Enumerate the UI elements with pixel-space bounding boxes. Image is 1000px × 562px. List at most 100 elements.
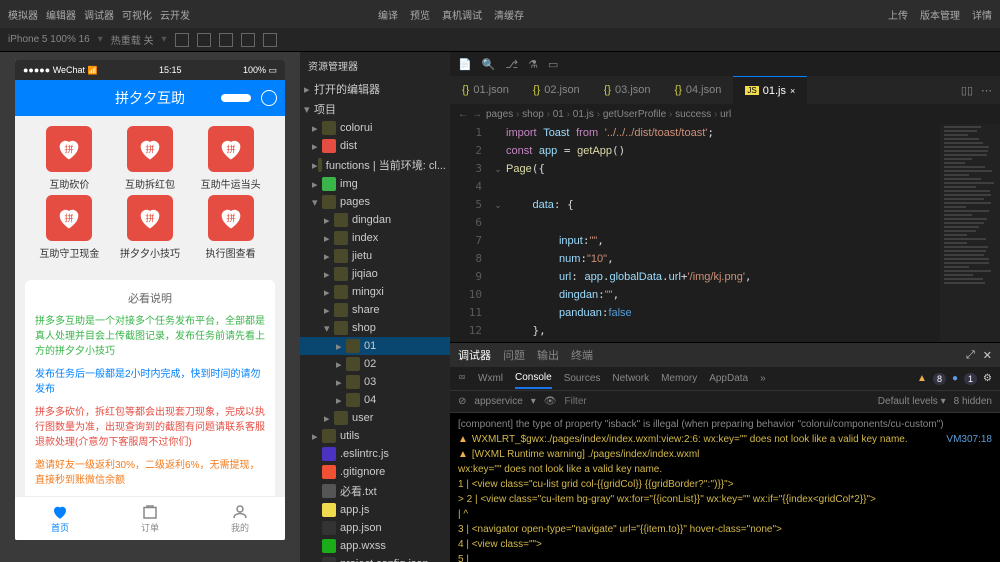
toolbar-btn[interactable]: 云开发: [160, 7, 190, 22]
tree-item[interactable]: ▾shop: [300, 319, 450, 337]
tabbar-item[interactable]: 首页: [15, 497, 105, 540]
clear-icon[interactable]: ⊘: [458, 396, 466, 407]
reload-label[interactable]: 热重载 关: [111, 32, 154, 47]
tab-problems[interactable]: 问题: [503, 347, 525, 363]
tree-item[interactable]: .gitignore: [300, 463, 450, 481]
device-label[interactable]: iPhone 5 100% 16: [8, 34, 90, 45]
editor-tab[interactable]: {}03.json: [592, 76, 663, 104]
tree-item[interactable]: app.js: [300, 501, 450, 519]
tab-console[interactable]: Console: [515, 368, 552, 389]
branch-icon[interactable]: ⎇: [505, 58, 518, 71]
toolbar-btn[interactable]: 清缓存: [494, 7, 524, 22]
tree-item[interactable]: ▸index: [300, 229, 450, 247]
tree-item[interactable]: ▸colorui: [300, 119, 450, 137]
grid-item[interactable]: 拼互助守卫现金: [31, 195, 108, 260]
tree-item[interactable]: ▸dist: [300, 137, 450, 155]
section-open-editors[interactable]: ▸打开的编辑器: [300, 79, 450, 99]
file-icon[interactable]: 📄: [458, 58, 472, 71]
rotate-icon[interactable]: [175, 33, 189, 47]
toolbar-btn[interactable]: 真机调试: [442, 7, 482, 22]
back-icon[interactable]: [219, 33, 233, 47]
filter-input[interactable]: [564, 396, 664, 407]
close-icon[interactable]: ✕: [983, 349, 992, 362]
levels-select[interactable]: Default levels ▾: [878, 396, 946, 407]
tabbar-item[interactable]: 订单: [105, 497, 195, 540]
tree-item[interactable]: ▸jiqiao: [300, 265, 450, 283]
tab-network[interactable]: Network: [612, 369, 649, 388]
close-icon[interactable]: [261, 90, 277, 106]
beaker-icon[interactable]: ⚗: [528, 58, 538, 71]
breadcrumb-item[interactable]: pages: [486, 109, 513, 120]
app-body[interactable]: 拼互助砍价拼互助拆红包拼互助牛运当头拼互助守卫现金拼拼夕夕小技巧拼执行图查看 必…: [15, 116, 285, 496]
breadcrumb-item[interactable]: shop: [522, 109, 544, 120]
box-icon[interactable]: ▭: [548, 58, 558, 71]
grid-item[interactable]: 拼互助拆红包: [112, 126, 189, 191]
tree-item[interactable]: ▸03: [300, 373, 450, 391]
tree-item[interactable]: ▾pages: [300, 193, 450, 211]
toolbar-btn[interactable]: 详情: [972, 7, 992, 22]
breadcrumb-item[interactable]: 01: [553, 109, 564, 120]
toolbar-btn[interactable]: 调试器: [84, 7, 114, 22]
tree-item[interactable]: ▸04: [300, 391, 450, 409]
editor-tab[interactable]: JS01.js ×: [733, 76, 807, 104]
tab-debugger[interactable]: 调试器: [458, 347, 491, 363]
tab-appdata[interactable]: AppData: [709, 369, 748, 388]
search-icon[interactable]: 🔍: [482, 58, 496, 71]
tab-wxml[interactable]: Wxml: [478, 369, 503, 388]
toolbar-btn[interactable]: 上传: [888, 7, 908, 22]
context-select[interactable]: appservice: [474, 396, 522, 407]
home-icon[interactable]: [241, 33, 255, 47]
cut-icon[interactable]: [263, 33, 277, 47]
tree-item[interactable]: ▸functions | 当前环境: cl...: [300, 155, 450, 175]
tree-item[interactable]: ▸dingdan: [300, 211, 450, 229]
grid-item[interactable]: 拼互助牛运当头: [192, 126, 269, 191]
tree-item[interactable]: ▸01: [300, 337, 450, 355]
toolbar-btn[interactable]: 可视化: [122, 7, 152, 22]
grid-item[interactable]: 拼拼夕夕小技巧: [112, 195, 189, 260]
tree-item[interactable]: 必看.txt: [300, 481, 450, 501]
tree-item[interactable]: ▸user: [300, 409, 450, 427]
tree-item[interactable]: app.wxss: [300, 537, 450, 555]
minimap[interactable]: [940, 124, 1000, 342]
source-link[interactable]: VM307:18: [946, 432, 992, 447]
tabbar-item[interactable]: 我的: [195, 497, 285, 540]
gear-icon[interactable]: ⚙: [983, 373, 992, 384]
tree-item[interactable]: ▸img: [300, 175, 450, 193]
console-output[interactable]: [component] the type of property "isback…: [450, 413, 1000, 562]
expand-icon[interactable]: ⤢: [966, 349, 975, 362]
toolbar-btn[interactable]: 模拟器: [8, 7, 38, 22]
tree-item[interactable]: project.config.json: [300, 555, 450, 562]
tab-output[interactable]: 输出: [537, 347, 559, 363]
editor-tab[interactable]: {}01.json: [450, 76, 521, 104]
tree-item[interactable]: ▸02: [300, 355, 450, 373]
tree-item[interactable]: app.json: [300, 519, 450, 537]
breadcrumb-item[interactable]: getUserProfile: [603, 109, 666, 120]
toolbar-btn[interactable]: 预览: [410, 7, 430, 22]
tab-memory[interactable]: Memory: [661, 369, 697, 388]
nav-back-icon[interactable]: ←: [458, 109, 468, 120]
breadcrumb-item[interactable]: 01.js: [573, 109, 594, 120]
breadcrumb-item[interactable]: url: [720, 109, 731, 120]
toolbar-btn[interactable]: 编辑器: [46, 7, 76, 22]
inspect-icon[interactable]: ⮹: [458, 373, 466, 384]
tree-item[interactable]: ▸utils: [300, 427, 450, 445]
editor-tab[interactable]: {}04.json: [663, 76, 734, 104]
eye-icon[interactable]: 👁: [544, 396, 557, 407]
tab-terminal[interactable]: 终端: [571, 347, 593, 363]
tree-item[interactable]: ▸share: [300, 301, 450, 319]
split-icon[interactable]: ▯▯: [961, 84, 973, 97]
grid-item[interactable]: 拼执行图查看: [192, 195, 269, 260]
more-icon[interactable]: ⋯: [981, 84, 992, 97]
tree-item[interactable]: .eslintrc.js: [300, 445, 450, 463]
section-project[interactable]: ▾项目: [300, 99, 450, 119]
tree-item[interactable]: ▸jietu: [300, 247, 450, 265]
toolbar-btn[interactable]: 版本管理: [920, 7, 960, 22]
tree-item[interactable]: ▸mingxi: [300, 283, 450, 301]
nav-fwd-icon[interactable]: →: [472, 109, 482, 120]
capsule-button[interactable]: [221, 90, 277, 106]
screenshot-icon[interactable]: [197, 33, 211, 47]
tab-sources[interactable]: Sources: [564, 369, 601, 388]
grid-item[interactable]: 拼互助砍价: [31, 126, 108, 191]
breadcrumb-item[interactable]: success: [675, 109, 711, 120]
toolbar-btn[interactable]: 编译: [378, 7, 398, 22]
